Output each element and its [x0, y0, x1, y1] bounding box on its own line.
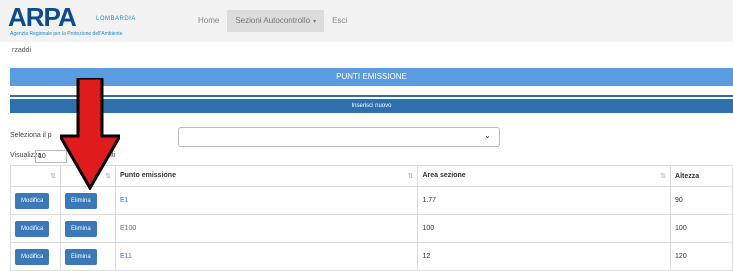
select-label: Seleziona il p — [10, 132, 52, 139]
delete-cell: Elimina — [59, 186, 116, 215]
table-header-row: ⇅ ⇅ Punto emissione ⇅ Area sezione ⇅ Altez… — [10, 165, 733, 187]
nav-sezioni-autocontrollo[interactable]: Sezioni Autocontrollo ▾ — [227, 10, 325, 32]
table-row: Modifica Elimina E1 1.77 90 — [10, 186, 733, 215]
col-header-area[interactable]: Area sezione ⇅ — [417, 165, 672, 187]
emission-points-table: ⇅ ⇅ Punto emissione ⇅ Area sezione ⇅ Altez… — [10, 165, 733, 271]
delete-cell: Elimina — [59, 242, 116, 271]
altezza-cell: 90 — [670, 186, 733, 215]
delete-button[interactable]: Elimina — [64, 192, 97, 209]
logo-mark: ARPA — [8, 2, 77, 32]
area-cell: 1.77 — [417, 186, 672, 215]
sort-icon: ⇅ — [50, 173, 56, 180]
col-header-delete[interactable]: ⇅ — [59, 165, 116, 187]
col-header-altezza[interactable]: Altezza — [670, 165, 733, 187]
edit-cell: Modifica — [10, 186, 61, 215]
punto-link[interactable]: E11 — [120, 253, 132, 260]
punto-cell: E1 — [114, 186, 419, 215]
delete-cell: Elimina — [59, 214, 116, 243]
delete-button[interactable]: Elimina — [64, 220, 97, 237]
punto-link[interactable]: E1 — [120, 197, 129, 204]
altezza-cell: 100 — [670, 214, 733, 243]
delete-button[interactable]: Elimina — [64, 248, 97, 265]
punto-cell: E11 — [114, 242, 419, 271]
area-cell: 100 — [417, 214, 672, 243]
header-bar: ARPA LOMBARDIA Agenzia Regionale per la … — [0, 0, 733, 42]
area-cell: 12 — [417, 242, 672, 271]
page-length-suffix: enti — [104, 152, 116, 159]
sort-icon: ⇅ — [660, 173, 667, 180]
nav-home[interactable]: Home — [190, 10, 227, 32]
chevron-down-icon: ⌄ — [484, 131, 491, 140]
punto-cell: E100 — [114, 214, 419, 243]
punto-link[interactable]: E100 — [120, 225, 136, 232]
select-dropdown[interactable]: ⌄ — [178, 127, 500, 147]
edit-cell: Modifica — [10, 214, 61, 243]
nav-sezioni-label: Sezioni Autocontrollo — [235, 16, 311, 25]
user-name: rzaddi — [12, 47, 32, 54]
insert-new-button[interactable]: Inserisci nuovo — [10, 99, 733, 113]
caret-down-icon: ▾ — [313, 19, 317, 25]
arpa-logo[interactable]: ARPA LOMBARDIA Agenzia Regionale per la … — [8, 2, 148, 38]
edit-button[interactable]: Modifica — [15, 192, 50, 209]
col-header-edit[interactable]: ⇅ — [10, 165, 61, 187]
main-nav: Home Sezioni Autocontrollo ▾ Esci — [190, 10, 355, 32]
col-header-punto[interactable]: Punto emissione ⇅ — [114, 165, 419, 187]
nav-logout[interactable]: Esci — [324, 10, 355, 32]
sort-icon: ⇅ — [407, 173, 414, 180]
divider — [10, 95, 733, 97]
edit-button[interactable]: Modifica — [15, 220, 50, 237]
sort-icon: ⇅ — [105, 173, 111, 180]
page-title: PUNTI EMISSIONE — [10, 68, 733, 86]
edit-button[interactable]: Modifica — [15, 248, 50, 265]
altezza-cell: 120 — [670, 242, 733, 271]
table-row: Modifica Elimina E11 12 120 — [10, 242, 733, 271]
table-row: Modifica Elimina E100 100 100 — [10, 214, 733, 243]
logo-region: LOMBARDIA — [96, 16, 136, 22]
edit-cell: Modifica — [10, 242, 61, 271]
page-length-select[interactable]: 10 — [35, 150, 67, 163]
logo-caption: Agenzia Regionale per la Protezione dell… — [10, 31, 123, 37]
